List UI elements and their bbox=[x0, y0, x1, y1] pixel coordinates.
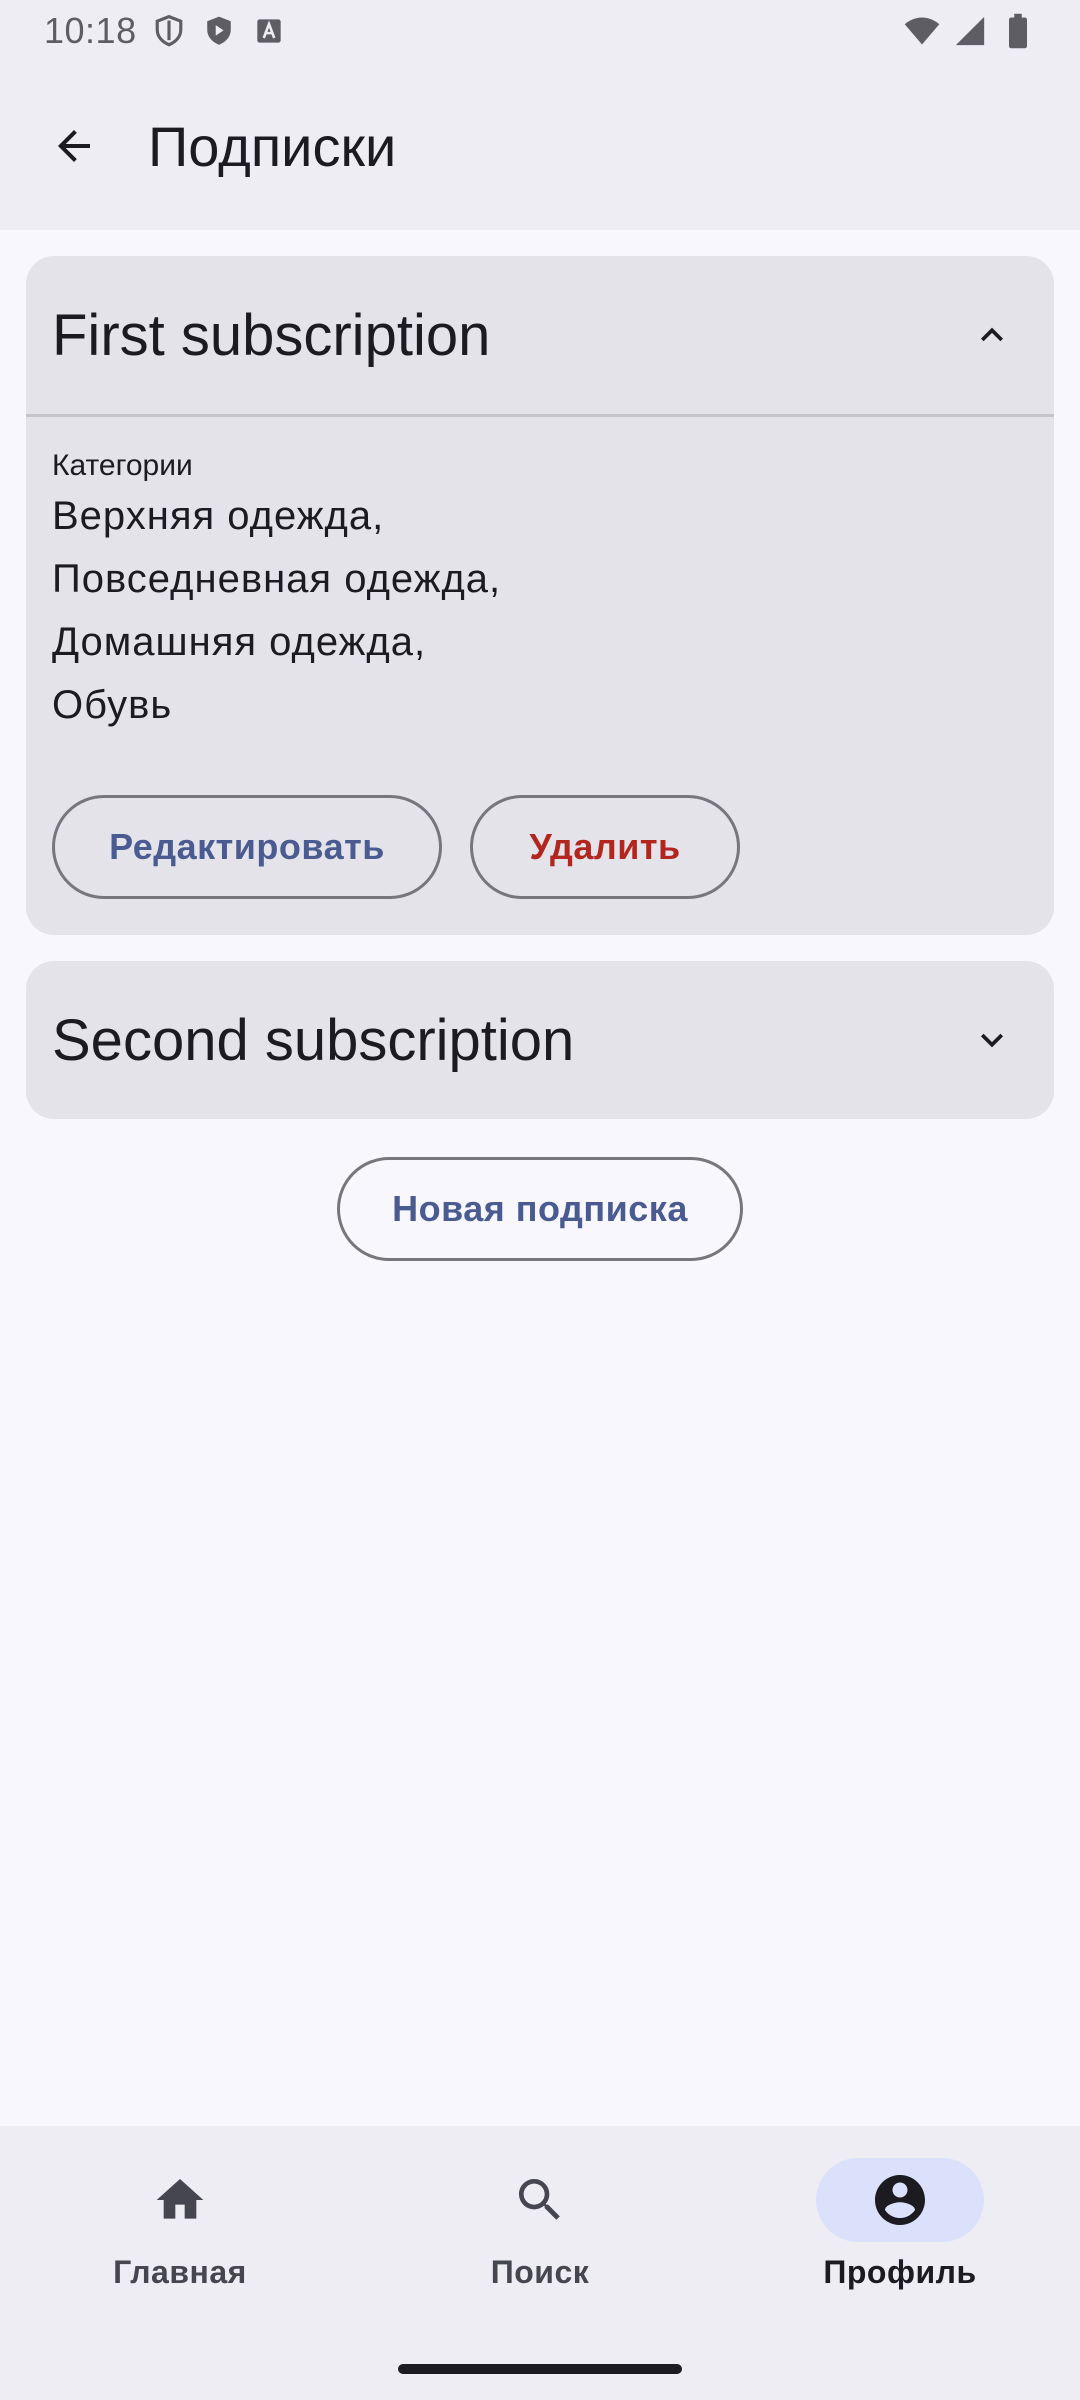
nav-label: Поиск bbox=[490, 2254, 590, 2290]
shield-outline-icon bbox=[151, 13, 187, 49]
bottom-navigation: Главная Поиск Профиль bbox=[0, 2126, 1080, 2400]
categories-list: Верхняя одежда, Повседневная одежда, Дом… bbox=[52, 485, 1028, 737]
search-icon bbox=[519, 2179, 560, 2220]
nav-label: Профиль bbox=[823, 2254, 977, 2290]
top-app-bar: Подписки bbox=[0, 62, 1080, 230]
nav-item-profile[interactable]: Профиль bbox=[750, 2126, 1050, 2400]
new-subscription-button[interactable]: Новая подписка bbox=[337, 1157, 743, 1261]
nav-icon-container bbox=[96, 2158, 264, 2242]
nav-icon-container bbox=[816, 2158, 984, 2242]
status-time: 10:18 bbox=[44, 10, 137, 51]
category-item: Обувь bbox=[52, 683, 173, 727]
categories-label: Категории bbox=[52, 449, 193, 482]
category-item: Верхняя одежда, bbox=[52, 494, 385, 538]
nav-icon-container bbox=[456, 2158, 624, 2242]
edit-button[interactable]: Редактировать bbox=[52, 795, 442, 899]
nav-item-search[interactable]: Поиск bbox=[390, 2126, 690, 2400]
screen: 10:18 Подписки First subscription Катего… bbox=[0, 0, 1080, 2400]
home-indicator[interactable] bbox=[398, 2364, 682, 2374]
arrow-back-icon bbox=[58, 130, 90, 162]
delete-button[interactable]: Удалить bbox=[470, 795, 740, 899]
status-bar: 10:18 bbox=[0, 0, 1080, 62]
signal-icon bbox=[952, 13, 988, 49]
subscriptions-list: First subscription Категории Верхняя оде… bbox=[26, 256, 1054, 1261]
account-circle-icon bbox=[875, 2175, 925, 2225]
subscription-title: First subscription bbox=[52, 302, 491, 368]
wifi-icon bbox=[904, 13, 940, 49]
subscription-card: Second subscription bbox=[26, 961, 1054, 1119]
status-right bbox=[904, 13, 1036, 49]
home-icon bbox=[156, 2179, 204, 2219]
subscription-card-header[interactable]: Second subscription bbox=[26, 961, 1054, 1119]
new-subscription-wrap: Новая подписка bbox=[26, 1157, 1054, 1261]
nav-item-home[interactable]: Главная bbox=[30, 2126, 330, 2400]
chevron-down-icon[interactable] bbox=[956, 1004, 1028, 1076]
back-button[interactable] bbox=[26, 98, 122, 194]
translate-a-icon bbox=[251, 13, 287, 49]
page-title: Подписки bbox=[148, 114, 397, 178]
category-item: Домашняя одежда, bbox=[52, 620, 427, 664]
category-item: Повседневная одежда, bbox=[52, 557, 502, 601]
card-actions: Редактировать Удалить bbox=[52, 795, 1028, 899]
subscription-card-header[interactable]: First subscription bbox=[26, 256, 1054, 414]
subscription-title: Second subscription bbox=[52, 1007, 575, 1073]
subscription-card: First subscription Категории Верхняя оде… bbox=[26, 256, 1054, 935]
status-left: 10:18 bbox=[44, 10, 287, 52]
battery-icon bbox=[1000, 13, 1036, 49]
shield-play-icon bbox=[201, 13, 237, 49]
subscription-card-body: Категории Верхняя одежда, Повседневная о… bbox=[26, 417, 1054, 935]
nav-label: Главная bbox=[113, 2254, 247, 2290]
chevron-up-icon[interactable] bbox=[956, 299, 1028, 371]
